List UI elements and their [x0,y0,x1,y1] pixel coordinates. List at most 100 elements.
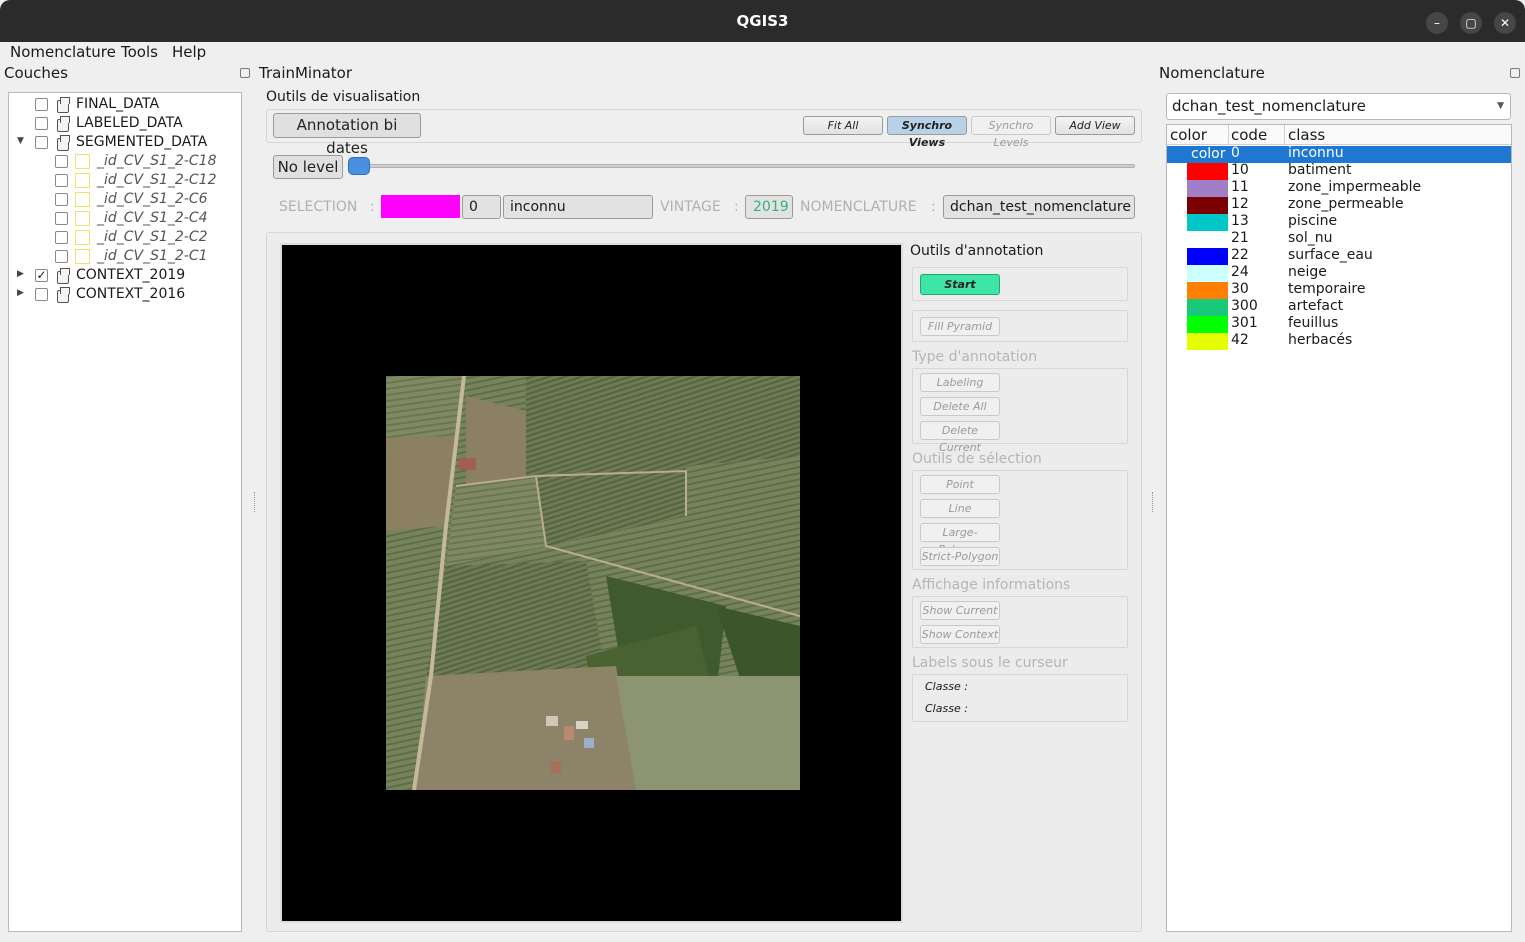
delete-all-button[interactable]: Delete All [920,397,1000,416]
line-tool-button[interactable]: Line [920,499,1000,518]
layer-item[interactable]: ▶ ✓ CONTEXT_2019 [9,266,239,285]
labeling-button[interactable]: Labeling [920,373,1000,392]
menu-help[interactable]: Help [172,43,206,61]
annotation-mode-button[interactable]: Annotation bi dates [273,113,421,157]
nomenclature-value-field: dchan_test_nomenclature [943,195,1135,219]
point-tool-button[interactable]: Point [920,475,1000,494]
layer-visibility-checkbox[interactable] [55,193,68,206]
layer-item[interactable]: _id_CV_S1_2-C2 [9,228,239,247]
layer-visibility-checkbox[interactable] [35,117,48,130]
layer-visibility-checkbox[interactable] [55,212,68,225]
table-row[interactable]: 11 zone_impermeable [1167,179,1511,197]
class-color-swatch [1187,231,1228,248]
table-row[interactable]: 30 temporaire [1167,281,1511,299]
layer-visibility-checkbox[interactable] [35,288,48,301]
class-name: piscine [1288,213,1338,229]
table-row[interactable]: 24 neige [1167,264,1511,282]
class-name: neige [1288,264,1327,280]
fit-all-button[interactable]: Fit All [803,116,883,135]
layer-name: CONTEXT_2019 [76,267,186,283]
layer-item[interactable]: LABELED_DATA [9,114,239,133]
nomenclature-select[interactable]: dchan_test_nomenclature ▼ [1166,93,1511,120]
table-row[interactable]: 22 surface_eau [1167,247,1511,265]
synchro-views-button[interactable]: Synchro Views [887,116,967,149]
layer-item[interactable]: _id_CV_S1_2-C1 [9,247,239,266]
selection-separator: : [370,199,375,215]
layer-visibility-checkbox[interactable]: ✓ [35,269,48,282]
table-row[interactable]: 300 artefact [1167,298,1511,316]
class-code: 11 [1231,179,1249,195]
layer-item[interactable]: ▶ CONTEXT_2016 [9,285,239,304]
show-current-button[interactable]: Show Current [920,601,1000,620]
layer-visibility-checkbox[interactable] [55,231,68,244]
class-code: 10 [1231,162,1249,178]
polygon-style-swatch [75,154,90,169]
class-name: herbacés [1288,332,1353,348]
table-row[interactable]: 21 sol_nu [1167,230,1511,248]
class-code: 42 [1231,332,1249,348]
layer-item[interactable]: FINAL_DATA [9,95,239,114]
level-slider-handle[interactable] [348,157,370,175]
show-context-button[interactable]: Show Context [920,625,1000,644]
table-row[interactable]: color 0 inconnu [1167,145,1511,163]
layer-item[interactable]: ▼ SEGMENTED_DATA [9,133,239,152]
window-title: QGIS3 [736,12,789,30]
synchro-levels-button[interactable]: Synchro Levels [971,116,1051,149]
menu-nomenclature[interactable]: Nomenclature [10,43,116,61]
vis-tools-title: Outils de visualisation [266,89,421,105]
minimize-button[interactable]: – [1426,12,1448,34]
map-canvas[interactable] [280,243,903,923]
menu-tools[interactable]: Tools [121,43,158,61]
table-row[interactable]: 13 piscine [1167,213,1511,231]
polygon-style-swatch [75,211,90,226]
delete-current-button[interactable]: Delete Current [920,421,1000,454]
nomenclature-table[interactable]: color code class color 0 inconnu 10 batiment… [1166,124,1512,932]
annotation-tools-title: Outils d'annotation [910,243,1044,259]
class-color-swatch [1187,282,1228,299]
layer-name: _id_CV_S1_2-C4 [97,210,208,226]
header-code[interactable]: code [1231,126,1267,145]
layer-tree[interactable]: FINAL_DATA LABELED_DATA ▼ SEGMENTED_DATA _id… [8,92,242,932]
level-button[interactable]: No level [273,155,343,179]
start-button[interactable]: Start [920,274,1000,295]
level-slider-track[interactable] [358,164,1135,168]
class-name: temporaire [1288,281,1366,297]
expand-arrow-icon[interactable]: ▶ [17,269,24,279]
header-color[interactable]: color [1170,126,1207,145]
close-button[interactable]: ✕ [1494,12,1516,34]
undock-icon[interactable] [1510,68,1520,78]
class-code: 22 [1231,247,1249,263]
undock-icon[interactable] [240,68,250,78]
chevron-down-icon: ▼ [1497,101,1504,111]
table-row[interactable]: 12 zone_permeable [1167,196,1511,214]
table-row[interactable]: 42 herbacés [1167,332,1511,350]
fill-pyramid-button[interactable]: Fill Pyramid [920,317,1000,336]
expand-arrow-icon[interactable]: ▶ [17,288,24,298]
collapse-arrow-icon[interactable]: ▼ [17,136,24,146]
header-class[interactable]: class [1288,126,1325,145]
layer-name: CONTEXT_2016 [76,286,186,302]
layer-group-icon [57,268,70,284]
selection-code-field: 0 [462,195,501,219]
layer-visibility-checkbox[interactable] [35,136,48,149]
class-code: 30 [1231,281,1249,297]
large-polygon-button[interactable]: Large-Polygon [920,523,1000,556]
couches-panel-title: Couches [4,64,68,82]
layer-item[interactable]: _id_CV_S1_2-C4 [9,209,239,228]
maximize-button[interactable]: ▢ [1460,12,1482,34]
class-color-swatch [1187,214,1228,231]
table-row[interactable]: 10 batiment [1167,162,1511,180]
info-display-title: Affichage informations [912,577,1071,593]
layer-visibility-checkbox[interactable] [35,98,48,111]
layer-item[interactable]: _id_CV_S1_2-C18 [9,152,239,171]
layer-item[interactable]: _id_CV_S1_2-C6 [9,190,239,209]
splitter-handle[interactable] [254,492,256,512]
add-view-button[interactable]: Add View [1055,116,1135,135]
strict-polygon-button[interactable]: Strict-Polygon [920,547,1000,566]
layer-item[interactable]: _id_CV_S1_2-C12 [9,171,239,190]
layer-visibility-checkbox[interactable] [55,155,68,168]
table-row[interactable]: 301 feuillus [1167,315,1511,333]
layer-visibility-checkbox[interactable] [55,250,68,263]
splitter-handle[interactable] [1152,492,1154,512]
layer-visibility-checkbox[interactable] [55,174,68,187]
